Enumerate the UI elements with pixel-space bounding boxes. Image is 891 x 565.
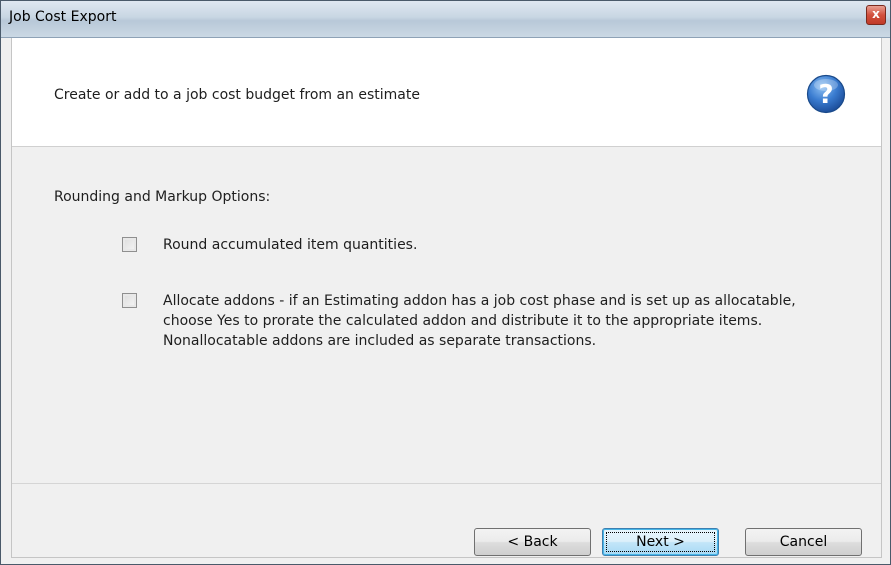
dialog-window: Job Cost Export x Create or add to a job… [0, 0, 891, 565]
option-label: Round accumulated item quantities. [163, 237, 418, 253]
help-question-icon[interactable]: ? [806, 74, 846, 114]
title-bar[interactable]: Job Cost Export x [1, 1, 890, 38]
allocate-addons-checkbox[interactable] [122, 293, 137, 308]
option-label: Allocate addons - if an Estimating addon… [163, 293, 796, 349]
back-button[interactable]: < Back [474, 528, 591, 556]
dialog-body: Create or add to a job cost budget from … [11, 38, 882, 558]
close-button[interactable]: x [866, 5, 886, 25]
focus-rectangle [606, 532, 715, 552]
close-icon: x [872, 7, 880, 21]
footer-divider [12, 483, 881, 484]
round-quantities-checkbox[interactable] [122, 237, 137, 252]
header-text: Create or add to a job cost budget from … [54, 87, 420, 103]
window-title: Job Cost Export [9, 9, 117, 25]
svg-text:?: ? [818, 80, 833, 110]
wizard-header: Create or add to a job cost budget from … [12, 38, 881, 147]
cancel-button[interactable]: Cancel [745, 528, 862, 556]
section-title: Rounding and Markup Options: [54, 189, 271, 205]
next-button[interactable]: Next > [602, 528, 719, 556]
